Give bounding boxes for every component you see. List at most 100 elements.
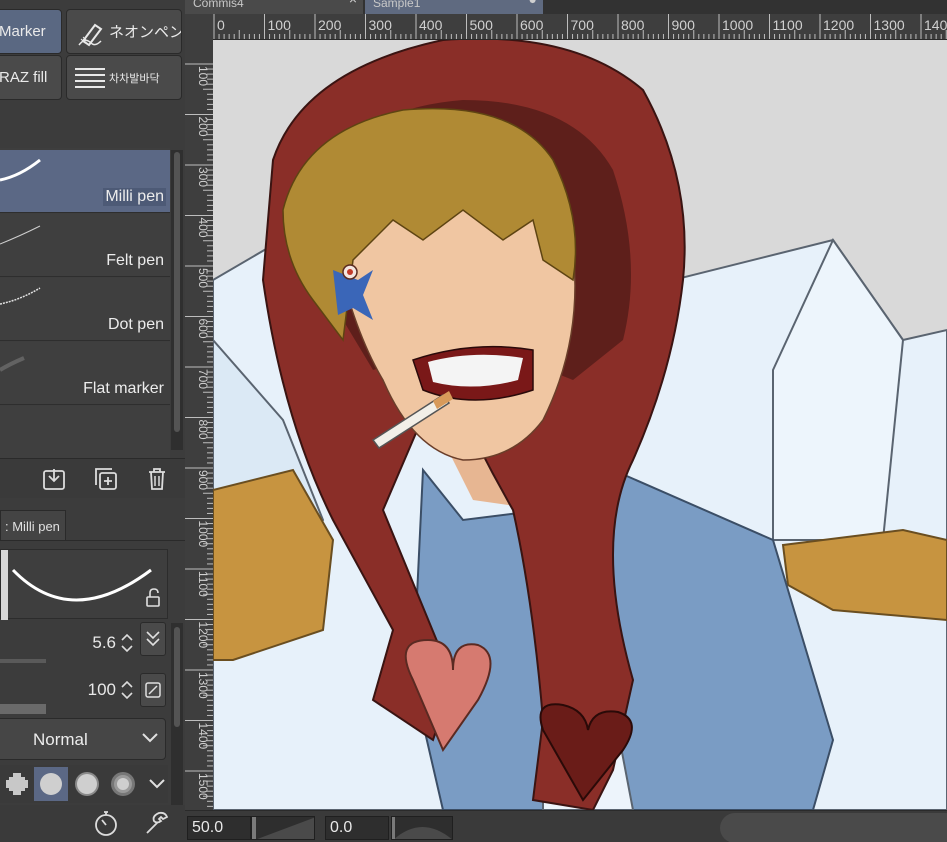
brush-item-milli-pen[interactable]: Milli pen bbox=[0, 150, 170, 213]
double-chevron-down-icon bbox=[146, 631, 160, 647]
subtool-raz-fill-button[interactable]: RAZ fill bbox=[0, 55, 62, 100]
ruler-label: 500 bbox=[196, 268, 210, 288]
marker-pen-icon bbox=[71, 14, 109, 50]
tip-hard-circle[interactable] bbox=[34, 767, 68, 801]
ruler-label: 900 bbox=[672, 17, 696, 33]
wrench-icon[interactable] bbox=[143, 809, 171, 842]
brush-item-partial[interactable] bbox=[0, 406, 170, 458]
ruler-left: 100 200 300 400 500 600 700 800 900 1000 1100 1200 1… bbox=[185, 40, 213, 810]
blend-mode-value: Normal bbox=[33, 730, 88, 749]
stopwatch-icon[interactable] bbox=[92, 809, 120, 842]
bottom-toolbar bbox=[0, 805, 185, 842]
scroll-thumb[interactable] bbox=[174, 627, 180, 727]
brush-name: Flat marker bbox=[83, 380, 164, 397]
ruler-label: 600 bbox=[196, 319, 210, 339]
ruler-label: 1300 bbox=[874, 17, 905, 33]
tool-property-tab-label: : Milli pen bbox=[5, 519, 60, 534]
subtool-neon-button[interactable]: ネオンペン bbox=[66, 9, 182, 54]
ruler-label: 800 bbox=[621, 17, 645, 33]
ruler-label: 100 bbox=[196, 66, 210, 86]
tool-property-tab[interactable]: : Milli pen bbox=[0, 510, 66, 540]
brush-item-flat-marker[interactable]: Flat marker bbox=[0, 342, 170, 405]
tip-more-chevron[interactable] bbox=[140, 767, 174, 801]
close-icon[interactable]: × bbox=[349, 0, 357, 6]
zoom-slider[interactable] bbox=[251, 816, 315, 840]
ruler-label: 300 bbox=[196, 167, 210, 187]
brush-size-control[interactable]: 5.6 bbox=[0, 625, 138, 663]
stroke-preview bbox=[0, 549, 168, 620]
ruler-label: 1100 bbox=[773, 17, 803, 33]
duplicate-icon[interactable] bbox=[92, 465, 120, 493]
scroll-thumb[interactable] bbox=[174, 152, 180, 432]
document-tab-bar: Commis4 × Sample1 ● bbox=[185, 0, 947, 14]
subtool-neon-label: ネオンペン bbox=[109, 24, 182, 41]
tip-soft-circle[interactable] bbox=[70, 767, 104, 801]
subtool-marker-button[interactable]: Marker bbox=[0, 9, 62, 54]
blend-mode-select[interactable]: Normal bbox=[0, 718, 166, 760]
tab-label: Commis4 bbox=[193, 0, 244, 10]
ruler-label: 300 bbox=[369, 17, 393, 33]
opacity-slider[interactable] bbox=[0, 704, 46, 714]
ruler-label: 700 bbox=[196, 369, 210, 389]
ruler-label: 0 bbox=[217, 17, 225, 33]
brush-name: Milli pen bbox=[103, 188, 166, 206]
brush-size-value[interactable]: 5.6 bbox=[92, 633, 116, 653]
ruler-label: 800 bbox=[196, 420, 210, 440]
ruler-label: 900 bbox=[196, 470, 210, 490]
rotation-input[interactable]: 0.0 bbox=[325, 816, 389, 840]
ruler-label: 1300 bbox=[196, 672, 210, 699]
ruler-left-ticks: 100 200 300 400 500 600 700 800 900 1000 1100 1200 1… bbox=[185, 63, 213, 807]
brush-list: Milli pen Felt pen Dot pen Flat marker bbox=[0, 148, 170, 458]
hatch-lines-icon bbox=[71, 60, 109, 96]
spin-updown-icon[interactable] bbox=[120, 631, 134, 655]
brush-list-toolbar bbox=[0, 458, 185, 498]
tab-sample1[interactable]: Sample1 ● bbox=[365, 0, 543, 14]
zoom-value: 50.0 bbox=[192, 819, 224, 836]
chevron-down-icon bbox=[149, 779, 165, 789]
opacity-control[interactable]: 100 bbox=[0, 672, 138, 714]
import-icon[interactable] bbox=[40, 465, 68, 493]
tip-pixel-circle[interactable] bbox=[0, 767, 34, 801]
zoom-input[interactable]: 50.0 bbox=[187, 816, 251, 840]
spin-updown-icon[interactable] bbox=[120, 678, 134, 702]
rotation-value: 0.0 bbox=[330, 819, 353, 836]
brush-tip-row bbox=[0, 765, 168, 803]
modified-dot-icon[interactable]: ● bbox=[529, 0, 537, 6]
subtool-marker-label: Marker bbox=[0, 23, 46, 40]
ruler-label: 1000 bbox=[722, 17, 753, 33]
drawing-canvas[interactable] bbox=[213, 40, 947, 810]
brush-stroke-preview bbox=[0, 158, 41, 182]
lock-open-icon[interactable] bbox=[144, 588, 162, 613]
rotation-slider[interactable] bbox=[391, 816, 453, 840]
brush-item-dot-pen[interactable]: Dot pen bbox=[0, 278, 170, 341]
brush-stroke-preview bbox=[0, 287, 41, 305]
opacity-toggle-button[interactable] bbox=[140, 673, 166, 707]
ruler-label: 1100 bbox=[196, 571, 210, 597]
ruler-label: 1000 bbox=[196, 521, 210, 548]
tab-commis4[interactable]: Commis4 × bbox=[185, 0, 363, 14]
navigator-scrollbar[interactable] bbox=[720, 813, 947, 842]
chevron-down-icon bbox=[142, 733, 158, 743]
ruler-corner bbox=[185, 14, 213, 40]
brush-name: Felt pen bbox=[106, 252, 164, 269]
ruler-label: 1500 bbox=[196, 773, 210, 800]
tip-blur-circle[interactable] bbox=[106, 767, 140, 801]
ruler-label: 500 bbox=[470, 17, 494, 33]
app-window: Marker ネオンペン RAZ fill 차차발바닥 Milli pen Fe… bbox=[0, 0, 947, 842]
subtool-chacha-button[interactable]: 차차발바닥 bbox=[66, 55, 182, 100]
ruler-label: 200 bbox=[196, 117, 210, 137]
brush-list-scrollbar[interactable] bbox=[171, 150, 183, 450]
ruler-label: 100 bbox=[268, 17, 292, 33]
trash-icon[interactable] bbox=[143, 465, 171, 493]
status-bar: 50.0 0.0 bbox=[185, 810, 947, 842]
brush-size-slider[interactable] bbox=[0, 659, 46, 663]
opacity-value[interactable]: 100 bbox=[88, 680, 116, 700]
ruler-label: 700 bbox=[571, 17, 595, 33]
pressure-toggle-button[interactable] bbox=[140, 622, 166, 656]
brush-item-felt-pen[interactable]: Felt pen bbox=[0, 214, 170, 277]
ruler-top-ticks: 0 100 200 300 400 500 600 700 800 900 1000 1100 1200… bbox=[213, 14, 947, 39]
ruler-label: 200 bbox=[318, 17, 342, 33]
ruler-label: 400 bbox=[419, 17, 443, 33]
ruler-top: 0 100 200 300 400 500 600 700 800 900 1000 1100 1200… bbox=[213, 14, 947, 40]
ruler-label: 400 bbox=[196, 218, 210, 238]
